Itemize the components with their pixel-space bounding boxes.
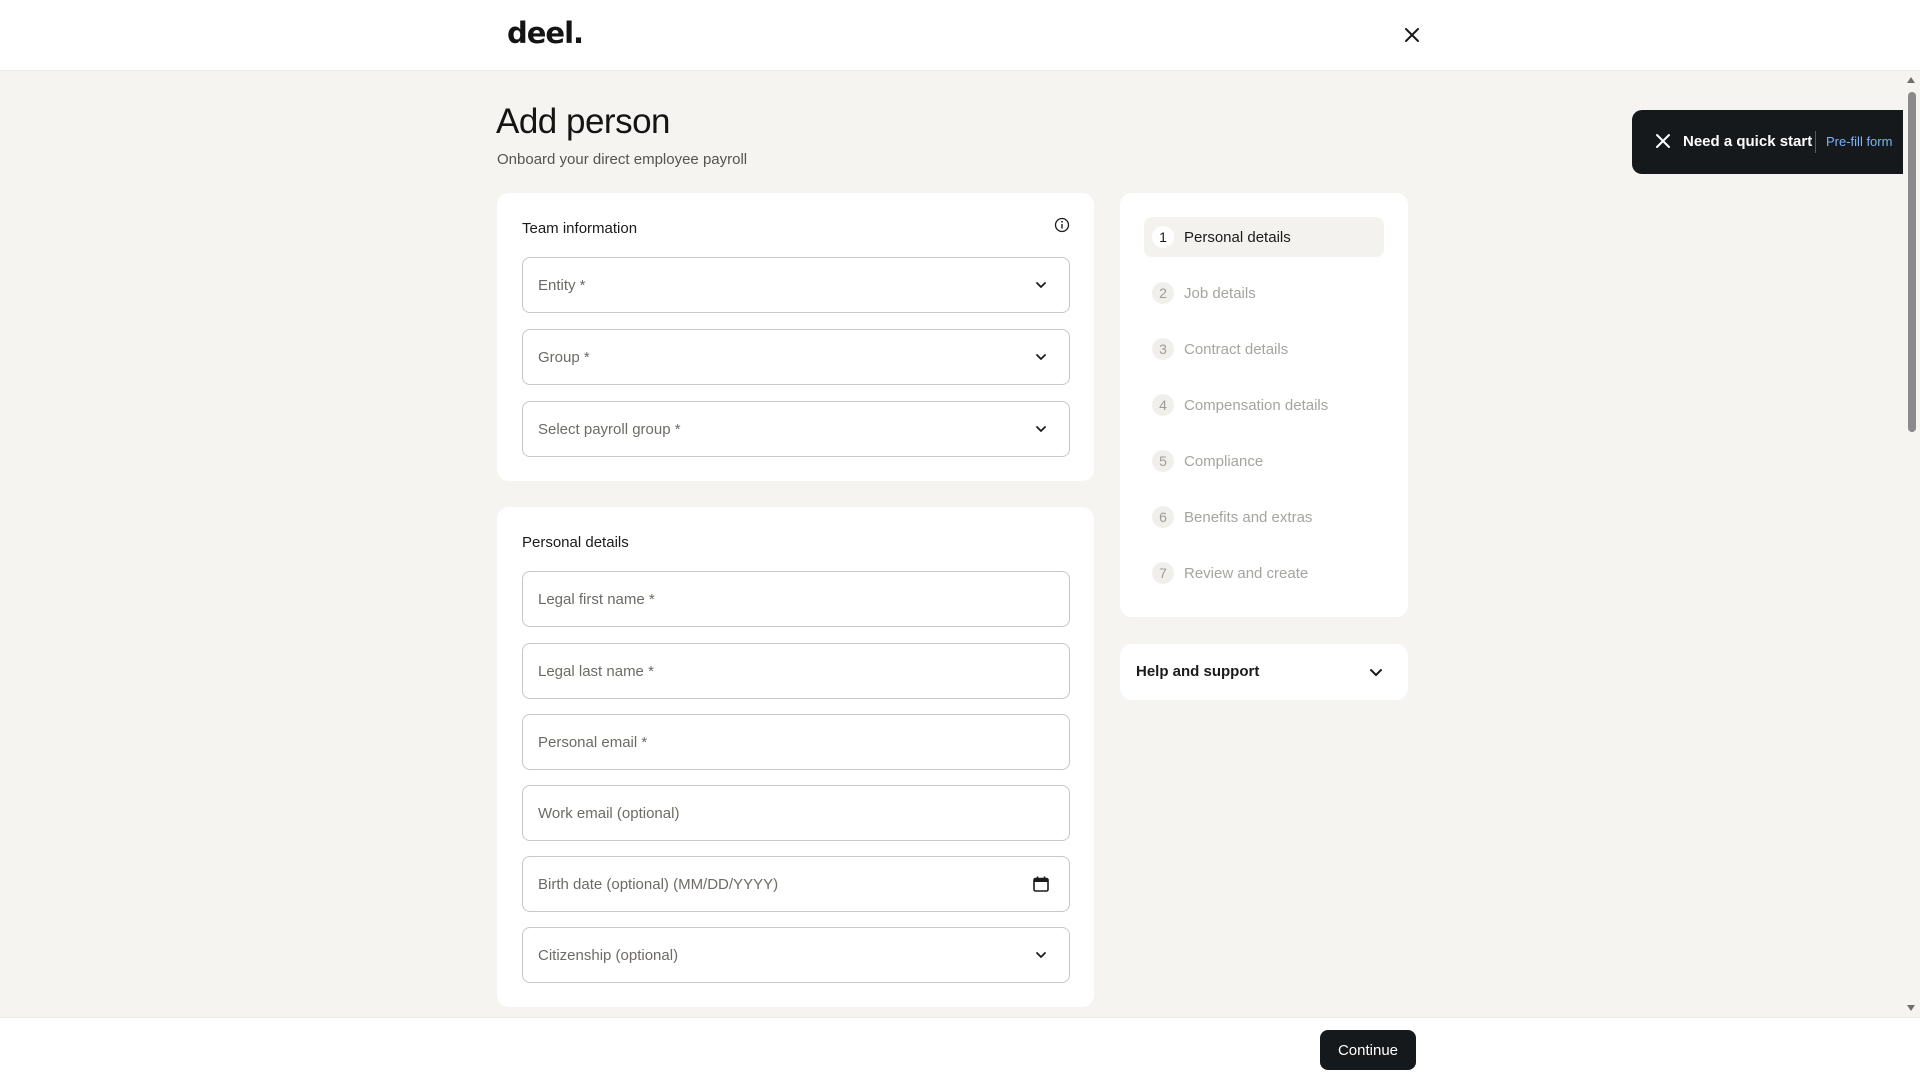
step-number: 2 <box>1152 282 1174 304</box>
legal-first-name-label: Legal first name * <box>538 591 655 608</box>
close-icon[interactable] <box>1654 132 1674 152</box>
scroll-up-arrow-icon[interactable] <box>1907 77 1915 83</box>
work-email-label: Work email (optional) <box>538 805 680 822</box>
page-scrollbar[interactable] <box>1903 71 1920 1017</box>
step-label: Job details <box>1184 284 1256 302</box>
citizenship-label: Citizenship (optional) <box>538 947 679 964</box>
legal-last-name-input[interactable]: Legal last name * <box>522 643 1070 699</box>
page-title: Add person <box>496 102 671 141</box>
step-label: Benefits and extras <box>1184 508 1313 526</box>
calendar-icon[interactable] <box>1031 874 1051 894</box>
personal-details-title: Personal details <box>522 534 629 551</box>
birth-date-label: Birth date (optional) (MM/DD/YYYY) <box>538 876 779 893</box>
close-icon[interactable] <box>1399 22 1425 48</box>
group-label: Group * <box>538 349 590 366</box>
personal-email-input[interactable]: Personal email * <box>522 714 1070 770</box>
help-and-support-accordion[interactable]: Help and support <box>1120 644 1408 700</box>
step-compensation-details[interactable]: 4 Compensation details <box>1144 385 1384 425</box>
step-compliance[interactable]: 5 Compliance <box>1144 441 1384 481</box>
scroll-thumb[interactable] <box>1908 92 1916 432</box>
prefill-form-link[interactable]: Pre-fill form <box>1826 134 1892 149</box>
step-number: 1 <box>1152 226 1174 248</box>
legal-first-name-input[interactable]: Legal first name * <box>522 571 1070 627</box>
step-number: 7 <box>1152 562 1174 584</box>
payroll-group-label: Select payroll group * <box>538 421 681 438</box>
group-select[interactable]: Group * <box>522 329 1070 385</box>
info-icon[interactable] <box>1054 217 1070 233</box>
payroll-group-select[interactable]: Select payroll group * <box>522 401 1070 457</box>
step-number: 5 <box>1152 450 1174 472</box>
footer-bar: Continue <box>0 1017 1920 1080</box>
top-bar: deel. <box>0 0 1920 71</box>
chevron-down-icon <box>1031 945 1051 965</box>
step-personal-details[interactable]: 1 Personal details <box>1144 217 1384 257</box>
step-number: 3 <box>1152 338 1174 360</box>
chevron-down-icon <box>1031 419 1051 439</box>
team-information-title: Team information <box>522 220 638 237</box>
progress-stepper: 1 Personal details 2 Job details 3 Contr… <box>1120 193 1408 617</box>
personal-details-card: Personal details Legal first name * Lega… <box>497 507 1094 1007</box>
step-number: 6 <box>1152 506 1174 528</box>
chevron-down-icon <box>1031 275 1051 295</box>
toast-message: Need a quick start <box>1683 133 1813 150</box>
entity-label: Entity * <box>538 277 586 294</box>
step-contract-details[interactable]: 3 Contract details <box>1144 329 1384 369</box>
step-benefits-and-extras[interactable]: 6 Benefits and extras <box>1144 497 1384 537</box>
work-email-input[interactable]: Work email (optional) <box>522 785 1070 841</box>
step-review-and-create[interactable]: 7 Review and create <box>1144 553 1384 593</box>
help-and-support-label: Help and support <box>1136 663 1260 680</box>
scroll-down-arrow-icon[interactable] <box>1907 1005 1915 1011</box>
step-label: Personal details <box>1184 228 1291 246</box>
step-label: Contract details <box>1184 340 1289 358</box>
deel-logo: deel. <box>507 16 584 50</box>
step-label: Compensation details <box>1184 396 1329 414</box>
chevron-down-icon <box>1366 662 1386 682</box>
continue-button[interactable]: Continue <box>1320 1030 1416 1070</box>
birth-date-input[interactable]: Birth date (optional) (MM/DD/YYYY) <box>522 856 1070 912</box>
citizenship-select[interactable]: Citizenship (optional) <box>522 927 1070 983</box>
step-label: Compliance <box>1184 452 1264 470</box>
page-subtitle: Onboard your direct employee payroll <box>497 151 748 168</box>
quick-start-toast: Need a quick start Pre-fill form <box>1632 110 1920 174</box>
toast-divider <box>1815 131 1816 153</box>
chevron-down-icon <box>1031 347 1051 367</box>
step-label: Review and create <box>1184 564 1309 582</box>
step-number: 4 <box>1152 394 1174 416</box>
entity-select[interactable]: Entity * <box>522 257 1070 313</box>
step-job-details[interactable]: 2 Job details <box>1144 273 1384 313</box>
personal-email-label: Personal email * <box>538 734 648 751</box>
team-information-card: Team information Entity * Group * Select… <box>497 193 1094 481</box>
legal-last-name-label: Legal last name * <box>538 663 654 680</box>
